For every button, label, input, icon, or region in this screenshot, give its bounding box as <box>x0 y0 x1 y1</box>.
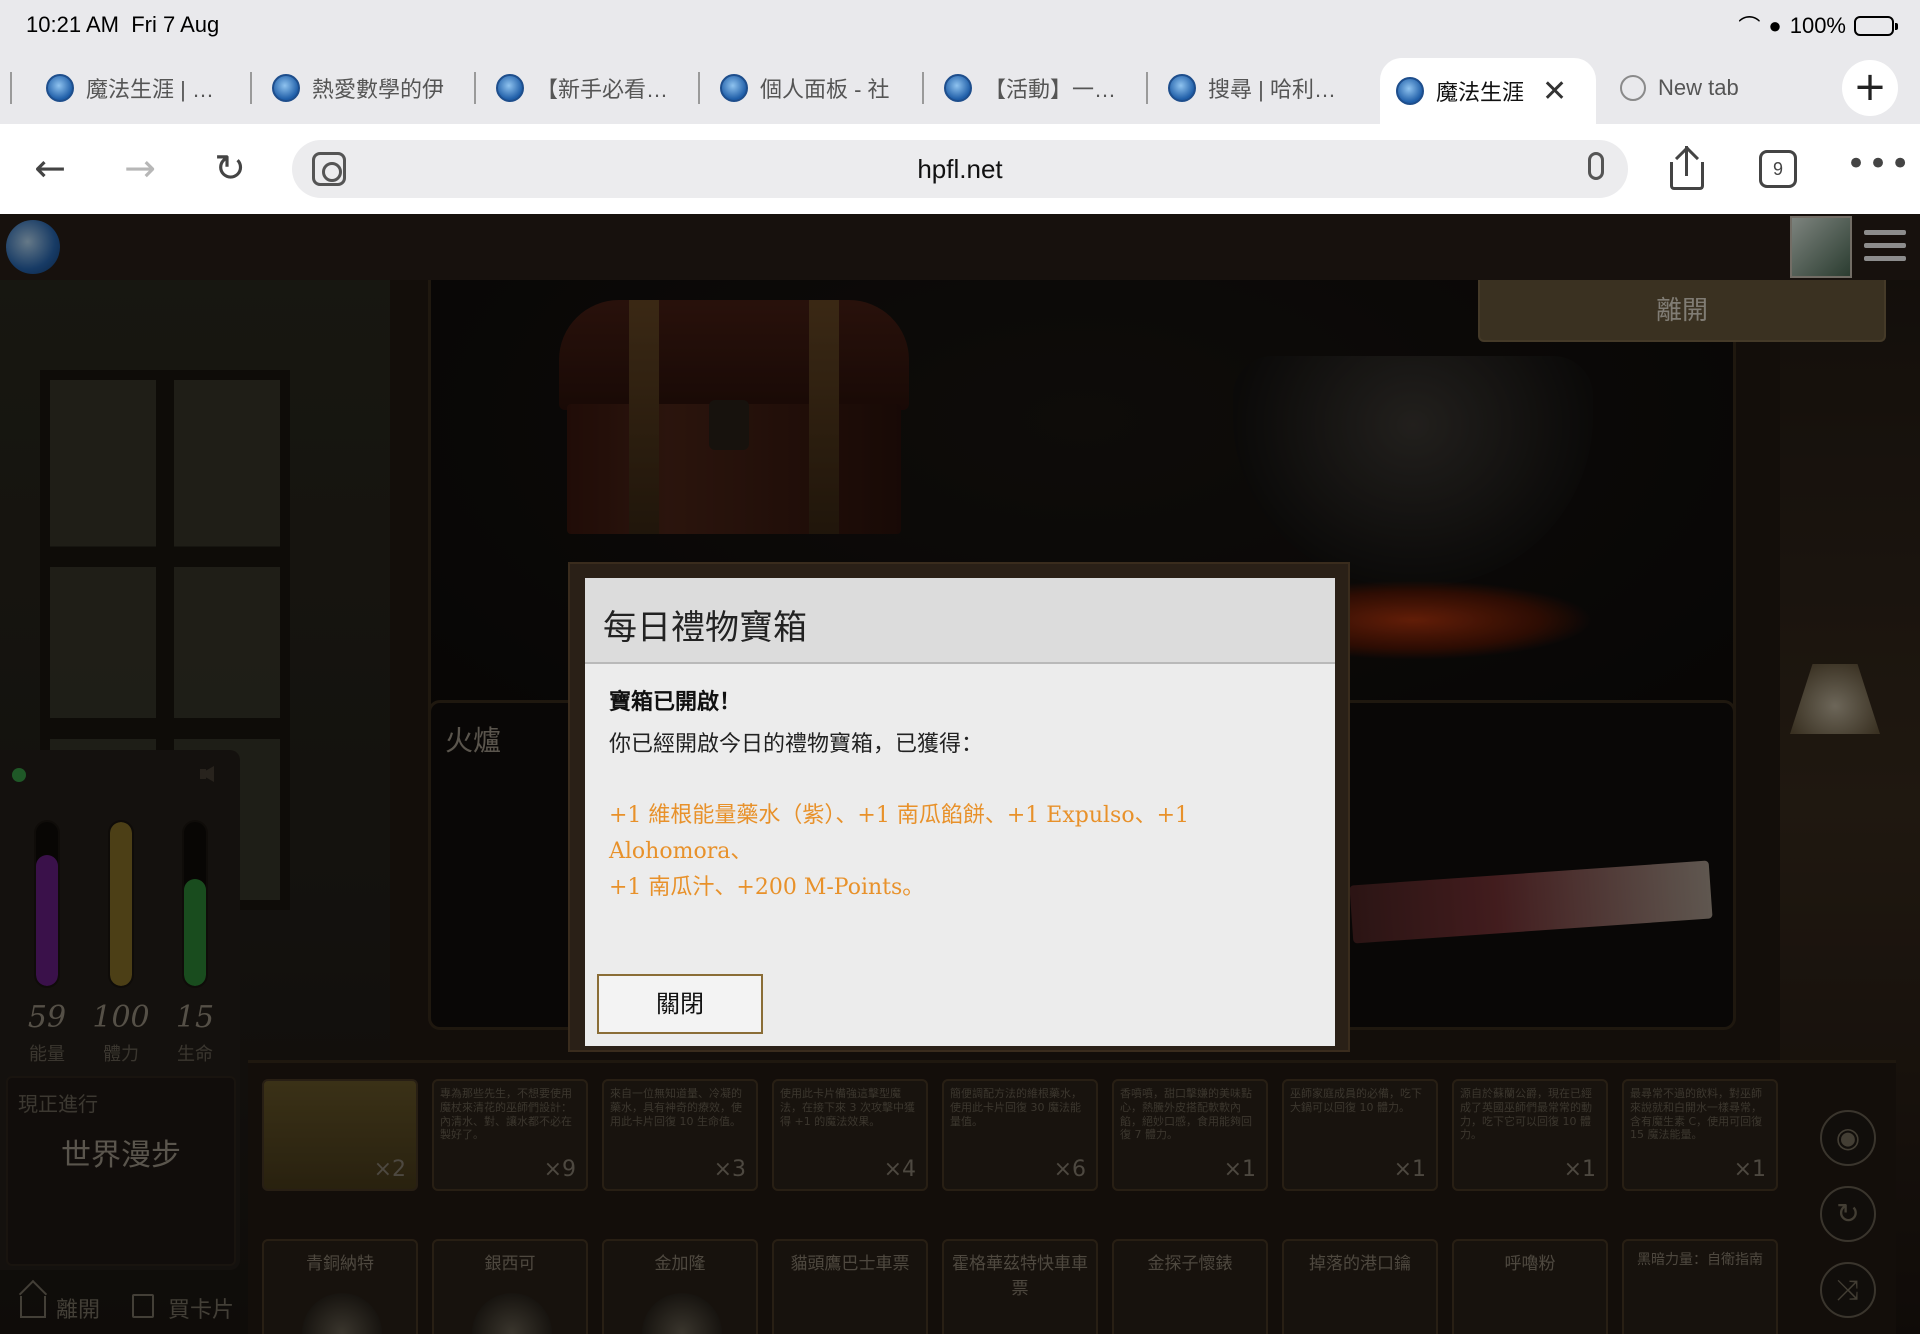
site-favicon-icon <box>1168 74 1196 102</box>
dialog-title: 每日禮物寶箱 <box>603 608 807 648</box>
site-favicon-icon <box>46 74 74 102</box>
site-favicon-icon <box>272 74 300 102</box>
address-bar[interactable]: hpfl.net <box>292 140 1628 198</box>
reward-list: +1 維根能量藥水（紫）、+1 南瓜餡餅、+1 Expulso、+1 Aloho… <box>609 798 1309 906</box>
tab-new[interactable]: New tab <box>1620 58 1820 118</box>
daily-gift-dialog: 每日禮物寶箱 寶箱已開啟！ 你已經開啟今日的禮物寶箱，已獲得： +1 維根能量藥… <box>585 578 1335 1046</box>
tab-0[interactable]: 魔法生涯 | 哈… <box>46 58 232 118</box>
site-favicon-icon <box>1396 77 1424 105</box>
tab-4[interactable]: 【活動】一起來 <box>922 58 1128 118</box>
globe-icon <box>1620 75 1646 101</box>
tab-active[interactable]: 魔法生涯 ✕ <box>1380 58 1596 124</box>
reward-line-1: +1 維根能量藥水（紫）、+1 南瓜餡餅、+1 Expulso、+1 Aloho… <box>609 803 1189 864</box>
tab-5[interactable]: 搜尋 | 哈利波… <box>1146 58 1352 118</box>
close-tab-icon[interactable]: ✕ <box>1542 74 1567 109</box>
microphone-icon[interactable] <box>1588 152 1604 180</box>
site-favicon-icon <box>944 74 972 102</box>
back-button[interactable]: ← <box>26 146 74 194</box>
wifi-icon: ⌒ <box>1738 15 1761 40</box>
share-button[interactable] <box>1668 146 1708 192</box>
dialog-header: 每日禮物寶箱 <box>585 578 1335 664</box>
dialog-heading: 寶箱已開啟！ <box>609 690 742 715</box>
forward-button[interactable]: → <box>116 146 164 194</box>
tab-2[interactable]: 【新手必看】… <box>474 58 680 118</box>
close-dialog-button[interactable]: 關閉 <box>597 974 763 1034</box>
site-favicon-icon <box>496 74 524 102</box>
more-menu-button[interactable]: ••• <box>1846 144 1912 184</box>
site-favicon-icon <box>720 74 748 102</box>
tab-3[interactable]: 個人面板 - 社 <box>698 58 904 118</box>
person-icon: ● <box>1768 13 1782 38</box>
dialog-body: 寶箱已開啟！ 你已經開啟今日的禮物寶箱，已獲得： +1 維根能量藥水（紫）、+1… <box>609 684 1309 906</box>
new-tab-button[interactable]: + <box>1842 60 1898 116</box>
tab-bar: 魔法生涯 | 哈… 熱愛數學的伊 【新手必看】… 個人面板 - 社 【活動】一起… <box>0 52 1920 124</box>
dialog-subtitle: 你已經開啟今日的禮物寶箱，已獲得： <box>609 732 984 757</box>
url-text: hpfl.net <box>917 154 1003 184</box>
tab-overflow[interactable] <box>10 58 20 118</box>
reward-line-2: +1 南瓜汁、+200 M-Points。 <box>609 875 925 900</box>
reload-button[interactable]: ↻ <box>206 146 254 194</box>
browser-toolbar: ← → ↻ hpfl.net 9 ••• <box>0 124 1920 214</box>
status-bar: 10:21 AM Fri 7 Aug ⌒ ● 100% <box>0 0 1920 52</box>
battery-percent: 100% <box>1789 13 1846 38</box>
status-time: 10:21 AM Fri 7 Aug <box>26 12 220 37</box>
battery-icon <box>1854 16 1898 36</box>
status-right: ⌒ ● 100% <box>1738 10 1898 42</box>
tab-1[interactable]: 熱愛數學的伊 <box>250 58 456 118</box>
tab-count-button[interactable]: 9 <box>1759 150 1797 188</box>
